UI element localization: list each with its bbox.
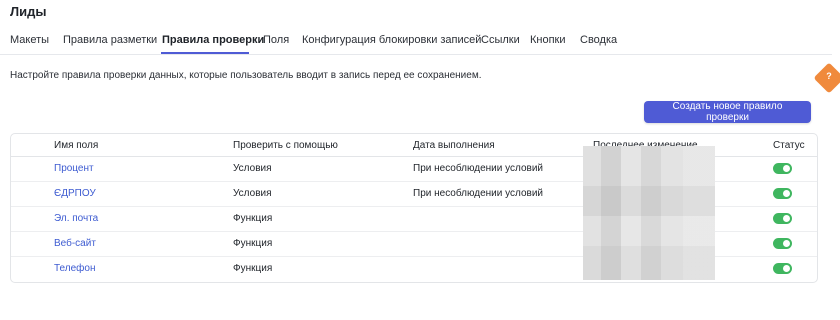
status-toggle[interactable] <box>773 188 792 199</box>
validate-with-cell: Функция <box>233 263 273 274</box>
tab-record-lock-config[interactable]: Конфигурация блокировки записей <box>302 34 481 46</box>
status-toggle[interactable] <box>773 213 792 224</box>
toggle-knob <box>783 165 790 172</box>
column-header-field-name[interactable]: Имя поля <box>54 140 98 151</box>
tab-layouts[interactable]: Макеты <box>10 34 49 46</box>
help-icon[interactable]: ? <box>823 71 835 81</box>
toggle-knob <box>783 240 790 247</box>
tab-validation-rules[interactable]: Правила проверки <box>162 34 264 46</box>
create-validation-rule-button[interactable]: Создать новое правило проверки <box>644 101 811 123</box>
execution-cell: При несоблюдении условий <box>413 163 544 174</box>
field-name-link[interactable]: Процент <box>54 163 94 174</box>
validate-with-cell: Функция <box>233 213 273 224</box>
field-name-link[interactable]: ЄДРПОУ <box>54 188 96 199</box>
validate-with-cell: Функция <box>233 238 273 249</box>
status-toggle[interactable] <box>773 238 792 249</box>
tab-bar: Макеты Правила разметки Правила проверки… <box>0 30 832 55</box>
column-header-execution[interactable]: Дата выполнения <box>413 140 495 151</box>
field-name-link[interactable]: Эл. почта <box>54 213 98 224</box>
toggle-knob <box>783 215 790 222</box>
active-tab-indicator <box>161 52 249 54</box>
page-title: Лиды <box>10 4 47 19</box>
toggle-knob <box>783 190 790 197</box>
status-toggle[interactable] <box>773 263 792 274</box>
tab-summary[interactable]: Сводка <box>580 34 617 46</box>
field-name-link[interactable]: Веб-сайт <box>54 238 96 249</box>
status-toggle[interactable] <box>773 163 792 174</box>
field-name-link[interactable]: Телефон <box>54 263 95 274</box>
validate-with-cell: Условия <box>233 163 272 174</box>
toggle-knob <box>783 265 790 272</box>
column-header-status: Статус <box>773 140 805 151</box>
redacted-last-modified-area <box>583 146 715 280</box>
validate-with-cell: Условия <box>233 188 272 199</box>
tab-fields[interactable]: Поля <box>263 34 289 46</box>
tab-links[interactable]: Ссылки <box>481 34 520 46</box>
tab-buttons[interactable]: Кнопки <box>530 34 566 46</box>
page-description: Настройте правила проверки данных, котор… <box>10 70 482 81</box>
column-header-validate-with[interactable]: Проверить с помощью <box>233 140 338 151</box>
tab-layout-rules[interactable]: Правила разметки <box>63 34 157 46</box>
execution-cell: При несоблюдении условий <box>413 188 544 199</box>
